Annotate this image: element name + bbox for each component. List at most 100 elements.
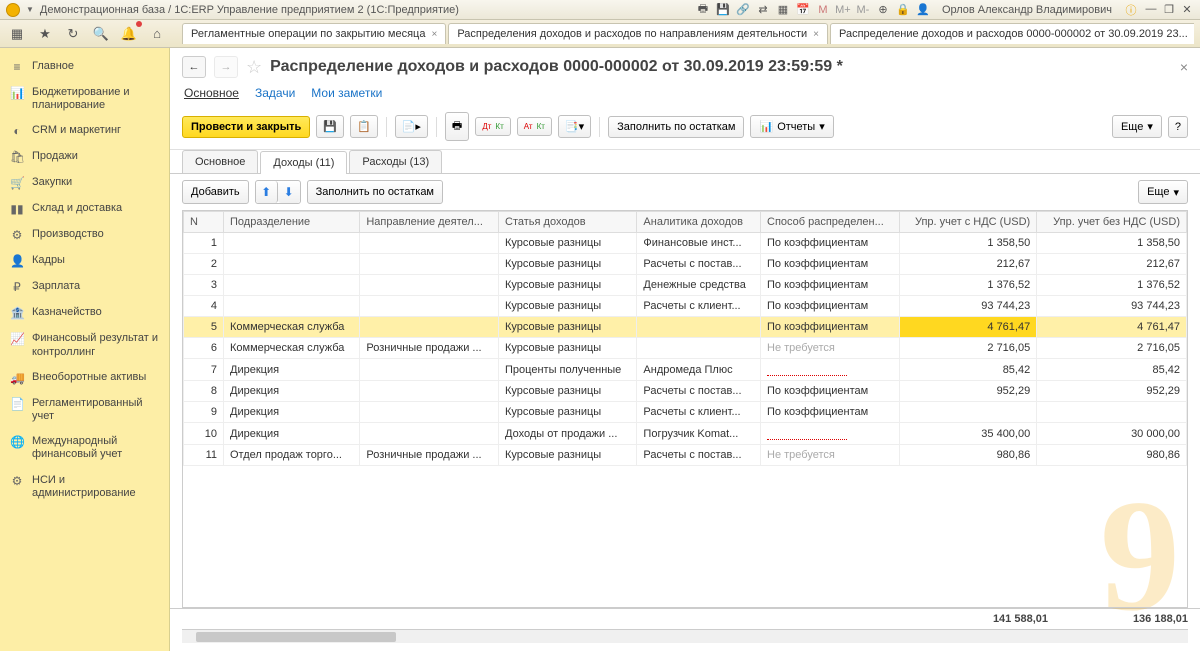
close-page-icon[interactable]: × — [1180, 59, 1188, 75]
document-tab[interactable]: Распределение доходов и расходов 0000-00… — [830, 23, 1194, 44]
subnav-main[interactable]: Основное — [184, 86, 239, 100]
document-tab[interactable]: Распределения доходов и расходов по напр… — [448, 23, 828, 44]
table-row[interactable]: 5Коммерческая службаКурсовые разницыПо к… — [184, 317, 1187, 338]
sidebar-item[interactable]: 📈Финансовый результат и контроллинг — [0, 326, 169, 364]
bell-icon[interactable]: 🔔 — [118, 23, 140, 45]
table-row[interactable]: 9ДирекцияКурсовые разницыРасчеты с клиен… — [184, 402, 1187, 423]
sidebar-item[interactable]: ≡Главное — [0, 54, 169, 80]
move-up-button[interactable]: ⬆ — [256, 181, 278, 203]
sidebar-item[interactable]: 📄Регламентированный учет — [0, 391, 169, 429]
tab-close-icon[interactable]: × — [431, 29, 437, 40]
info-icon[interactable]: ⓘ — [1124, 3, 1138, 17]
m-minus-label[interactable]: M- — [856, 3, 870, 17]
column-header[interactable]: Статья доходов — [499, 212, 637, 233]
sidebar-label: Главное — [32, 60, 74, 73]
restore-button[interactable]: ❐ — [1162, 3, 1176, 16]
sidebar-icon: ⚙ — [10, 474, 24, 488]
help-button[interactable]: ? — [1168, 116, 1188, 138]
print-button[interactable]: 🖶 — [445, 112, 469, 141]
inner-tab[interactable]: Основное — [182, 150, 258, 173]
app-orb-icon[interactable] — [6, 3, 20, 17]
table-more-button[interactable]: Еще ▾ — [1138, 180, 1188, 204]
totals-row: 141 588,01 136 188,01 — [170, 608, 1200, 629]
sidebar-item[interactable]: ⚙НСИ и администрирование — [0, 468, 169, 506]
structure-button[interactable]: 📑▾ — [558, 115, 591, 138]
table-row[interactable]: 4Курсовые разницыРасчеты с клиент...По к… — [184, 296, 1187, 317]
calc-icon[interactable]: ▦ — [776, 3, 790, 17]
table-row[interactable]: 3Курсовые разницыДенежные средстваПо коэ… — [184, 275, 1187, 296]
orb-dropdown-icon[interactable]: ▼ — [26, 5, 34, 14]
apps-icon[interactable]: ▦ — [6, 23, 28, 45]
back-button[interactable]: ← — [182, 56, 206, 78]
sidebar-item[interactable]: 🛍Продажи — [0, 144, 169, 170]
forward-button[interactable]: → — [214, 56, 238, 78]
sidebar-label: Финансовый результат и контроллинг — [32, 332, 159, 358]
save-button[interactable]: 💾 — [316, 115, 344, 138]
table-row[interactable]: 2Курсовые разницыРасчеты с постав...По к… — [184, 254, 1187, 275]
column-header[interactable]: Способ распределен... — [761, 212, 900, 233]
link-icon[interactable]: 🔗 — [736, 3, 750, 17]
minimize-button[interactable]: — — [1144, 3, 1158, 16]
main-toolbar: ▦ ★ ↻ 🔍 🔔 ⌂ Регламентные операции по зак… — [0, 20, 1200, 48]
column-header[interactable]: Подразделение — [224, 212, 360, 233]
table-row[interactable]: 6Коммерческая службаРозничные продажи ..… — [184, 338, 1187, 359]
sidebar-item[interactable]: 🌐Международный финансовый учет — [0, 429, 169, 467]
table-row[interactable]: 7ДирекцияПроценты полученныеАндромеда Пл… — [184, 359, 1187, 381]
search-icon[interactable]: 🔍 — [90, 23, 112, 45]
column-header[interactable]: Упр. учет без НДС (USD) — [1037, 212, 1187, 233]
inner-tab[interactable]: Доходы (11) — [260, 151, 347, 174]
reports-button[interactable]: 📊 Отчеты ▾ — [750, 115, 833, 138]
lock-icon[interactable]: 🔒 — [896, 3, 910, 17]
sidebar-icon: 🚚 — [10, 371, 24, 385]
m-plus-label[interactable]: M+ — [836, 3, 850, 17]
table-row[interactable]: 1Курсовые разницыФинансовые инст...По ко… — [184, 233, 1187, 254]
sidebar-item[interactable]: ▮▮Склад и доставка — [0, 196, 169, 222]
print-icon[interactable]: 🖶 — [696, 3, 710, 17]
document-tab[interactable]: Регламентные операции по закрытию месяца… — [182, 23, 446, 44]
sidebar-item[interactable]: 👤Кадры — [0, 248, 169, 274]
window-controls: — ❐ ✕ — [1144, 3, 1194, 16]
fill-by-remains-button[interactable]: Заполнить по остаткам — [608, 116, 744, 138]
star-icon[interactable]: ★ — [34, 23, 56, 45]
move-down-button[interactable]: ⬇ — [278, 181, 300, 203]
sidebar-item[interactable]: 🏦Казначейство — [0, 300, 169, 326]
income-table: NПодразделениеНаправление деятел...Стать… — [183, 211, 1187, 466]
dt-kt-button[interactable]: ДтКт — [475, 117, 510, 136]
save-icon[interactable]: 💾 — [716, 3, 730, 17]
table-row[interactable]: 11Отдел продаж торго...Розничные продажи… — [184, 445, 1187, 466]
column-header[interactable]: N — [184, 212, 224, 233]
column-header[interactable]: Аналитика доходов — [637, 212, 761, 233]
inner-tab[interactable]: Расходы (13) — [349, 150, 442, 173]
post-and-close-button[interactable]: Провести и закрыть — [182, 116, 310, 138]
table-row[interactable]: 10ДирекцияДоходы от продажи ...Погрузчик… — [184, 423, 1187, 445]
add-row-button[interactable]: Добавить — [182, 180, 249, 204]
table-row[interactable]: 8ДирекцияКурсовые разницыРасчеты с поста… — [184, 381, 1187, 402]
sidebar-item[interactable]: ₽Зарплата — [0, 274, 169, 300]
tab-close-icon[interactable]: × — [813, 29, 819, 40]
at-kt-button[interactable]: АтКт — [517, 117, 552, 136]
favorite-star-icon[interactable]: ☆ — [246, 57, 262, 78]
data-table-wrapper[interactable]: NПодразделениеНаправление деятел...Стать… — [182, 210, 1188, 608]
sidebar-item[interactable]: ◐CRM и маркетинг — [0, 118, 169, 144]
compare-icon[interactable]: ⇄ — [756, 3, 770, 17]
create-based-on-button[interactable]: 📄▸ — [395, 115, 428, 138]
sidebar-item[interactable]: 📊Бюджетирование и планирование — [0, 80, 169, 118]
sidebar-item[interactable]: 🚚Внеоборотные активы — [0, 365, 169, 391]
column-header[interactable]: Направление деятел... — [360, 212, 499, 233]
more-button[interactable]: Еще ▾ — [1112, 115, 1162, 138]
horizontal-scrollbar[interactable] — [182, 629, 1188, 643]
sidebar-item[interactable]: ⚙Производство — [0, 222, 169, 248]
history-icon[interactable]: ↻ — [62, 23, 84, 45]
user-name[interactable]: Орлов Александр Владимирович — [942, 4, 1112, 16]
calendar-icon[interactable]: 📅 — [796, 3, 810, 17]
column-header[interactable]: Упр. учет с НДС (USD) — [899, 212, 1036, 233]
subnav-notes[interactable]: Мои заметки — [311, 86, 382, 100]
fill-by-remains-button-2[interactable]: Заполнить по остаткам — [307, 180, 443, 204]
subnav-tasks[interactable]: Задачи — [255, 86, 295, 100]
zoom-icon[interactable]: ⊕ — [876, 3, 890, 17]
home-icon[interactable]: ⌂ — [146, 23, 168, 45]
post-button[interactable]: 📋 — [350, 115, 378, 138]
close-button[interactable]: ✕ — [1180, 3, 1194, 16]
m-label[interactable]: M — [816, 3, 830, 17]
sidebar-item[interactable]: 🛒Закупки — [0, 170, 169, 196]
